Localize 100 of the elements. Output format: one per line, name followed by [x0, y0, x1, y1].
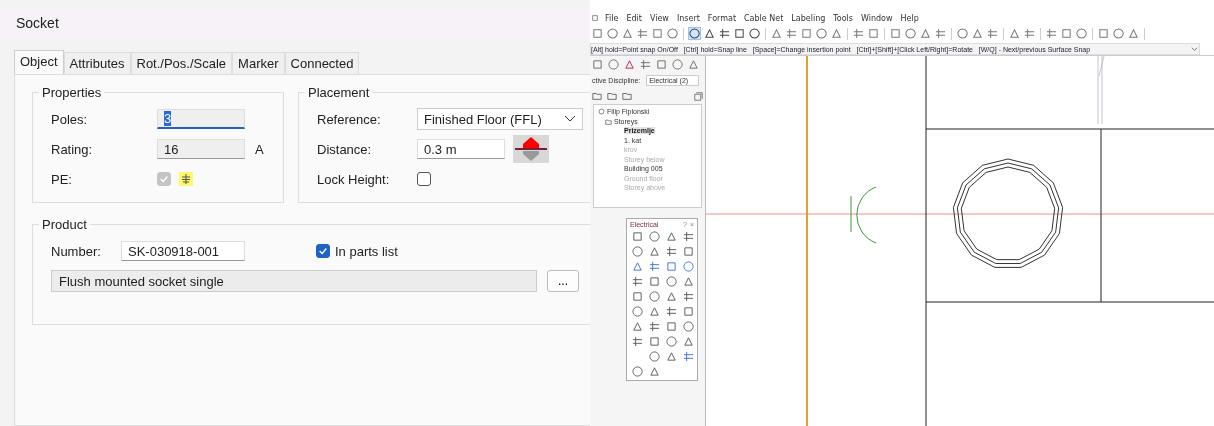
tab[interactable]: Connected	[284, 52, 360, 74]
menu-item[interactable]: Cable Net	[743, 13, 785, 23]
electrical-symbol-icon[interactable]	[632, 231, 643, 242]
tool-icon[interactable]	[622, 28, 633, 39]
electrical-symbol-icon[interactable]	[683, 291, 694, 302]
window-restore-icon[interactable]	[694, 91, 703, 101]
electrical-symbol-icon[interactable]	[632, 246, 643, 257]
tool-icon[interactable]	[920, 28, 931, 39]
tool-icon[interactable]	[637, 28, 648, 39]
tool-icon[interactable]	[831, 28, 842, 39]
electrical-symbol-icon[interactable]	[666, 246, 677, 257]
chevron-down-icon	[564, 115, 576, 123]
unit-label: A	[255, 141, 264, 157]
electrical-symbol-icon[interactable]	[683, 351, 694, 362]
menu-item[interactable]: Edit	[625, 13, 643, 23]
checkbox[interactable]	[417, 172, 431, 186]
field-label: Lock Height:	[317, 171, 391, 187]
tool-icon[interactable]	[972, 28, 983, 39]
tab[interactable]: Marker	[232, 52, 285, 74]
tab[interactable]: Object	[14, 50, 64, 74]
reference-dropdown[interactable]: Finished Floor (FFL)	[417, 108, 583, 130]
electrical-symbol-icon[interactable]	[666, 336, 677, 347]
menu-item[interactable]: File	[604, 13, 620, 23]
checkbox-label: In parts list	[335, 243, 398, 259]
tool-icon[interactable]	[624, 59, 635, 70]
tool-icon[interactable]	[749, 28, 760, 39]
tool-icon[interactable]	[786, 28, 797, 39]
electrical-symbol-icon[interactable]	[683, 246, 694, 257]
electrical-symbol-icon[interactable]	[683, 321, 694, 332]
input-field[interactable]: SK-030918-001	[121, 241, 245, 261]
tool-icon[interactable]	[1046, 28, 1057, 39]
field-label: Reference:	[317, 111, 382, 127]
electrical-symbol-icon[interactable]	[632, 366, 643, 377]
tool-icon[interactable]	[1113, 28, 1124, 39]
electrical-symbol-icon[interactable]	[649, 366, 660, 377]
menu-item[interactable]: Tools	[832, 13, 854, 23]
electrical-symbol-icon[interactable]	[683, 231, 694, 242]
tool-icon[interactable]	[1128, 28, 1139, 39]
tool-icon[interactable]	[816, 28, 827, 39]
field-label: Number:	[51, 243, 102, 259]
electrical-symbol-icon[interactable]	[683, 306, 694, 317]
electrical-symbol-icon[interactable]	[649, 336, 660, 347]
input-field[interactable]: 3	[157, 109, 245, 129]
electrical-symbol-icon[interactable]	[683, 276, 694, 287]
up-down-arrows-icon[interactable]	[513, 135, 549, 163]
electrical-symbol-icon[interactable]	[666, 306, 677, 317]
group-title: Placement	[307, 85, 371, 100]
electrical-symbol-icon[interactable]	[666, 231, 677, 242]
electrical-symbol-icon[interactable]	[666, 351, 677, 362]
electrical-symbol-icon[interactable]	[649, 321, 660, 332]
tool-icon[interactable]	[640, 59, 651, 70]
tab[interactable]: Rot./Pos./Scale	[130, 52, 233, 74]
field-label: Distance:	[317, 141, 373, 157]
electrical-symbol-icon[interactable]	[666, 321, 677, 332]
tool-icon[interactable]	[935, 28, 946, 39]
menu-item[interactable]: Labeling	[790, 13, 827, 23]
tool-icon[interactable]	[689, 28, 700, 39]
menu-item[interactable]: Insert	[675, 13, 701, 23]
electrical-symbol-icon[interactable]	[649, 351, 660, 362]
menu-item[interactable]: Help	[899, 13, 920, 23]
electrical-symbol-icon[interactable]	[649, 291, 660, 302]
tool-icon[interactable]	[704, 28, 715, 39]
electrical-symbol-icon[interactable]	[683, 336, 694, 347]
tool-icon[interactable]	[987, 28, 998, 39]
electrical-symbol-icon[interactable]	[649, 231, 660, 242]
electrical-symbol-icon[interactable]	[666, 276, 677, 287]
menu-item[interactable]: Format	[706, 13, 738, 23]
electrical-symbol-icon[interactable]	[632, 291, 643, 302]
electrical-symbol-icon[interactable]	[632, 261, 643, 272]
tool-icon[interactable]	[1024, 28, 1035, 39]
menu-item[interactable]: View	[648, 13, 670, 23]
tool-icon[interactable]	[771, 28, 782, 39]
electrical-symbol-icon[interactable]	[632, 336, 643, 347]
tool-icon[interactable]	[853, 28, 864, 39]
tab[interactable]: Attributes	[63, 52, 131, 74]
electrical-symbol-icon[interactable]	[649, 276, 660, 287]
input-field[interactable]: 0.3 m	[417, 139, 505, 159]
browse-button[interactable]: ...	[547, 270, 579, 292]
menu-item[interactable]: Window	[860, 13, 894, 23]
electrical-symbol-icon[interactable]	[649, 261, 660, 272]
electrical-symbol-icon[interactable]	[649, 246, 660, 257]
electrical-symbol-icon[interactable]	[632, 321, 643, 332]
tool-icon[interactable]	[667, 28, 678, 39]
description-field[interactable]: Flush mounted socket single	[51, 270, 537, 292]
tool-icon[interactable]	[734, 28, 745, 39]
tool-icon[interactable]	[905, 28, 916, 39]
tool-icon[interactable]	[1009, 28, 1020, 39]
electrical-symbol-icon[interactable]	[666, 261, 677, 272]
app-icon[interactable]	[592, 15, 598, 21]
tool-icon[interactable]	[607, 28, 618, 39]
electrical-symbol-icon[interactable]	[683, 261, 694, 272]
input-field[interactable]: 16	[157, 139, 245, 159]
electrical-symbol-icon[interactable]	[649, 306, 660, 317]
electrical-symbol-icon[interactable]	[666, 291, 677, 302]
electrical-symbol-icon[interactable]	[632, 306, 643, 317]
tool-icon[interactable]	[1076, 28, 1087, 39]
electrical-symbol-icon[interactable]	[632, 276, 643, 287]
tool-icon[interactable]	[957, 28, 968, 39]
checkbox[interactable]	[316, 244, 330, 258]
tool-icon[interactable]	[719, 28, 730, 39]
